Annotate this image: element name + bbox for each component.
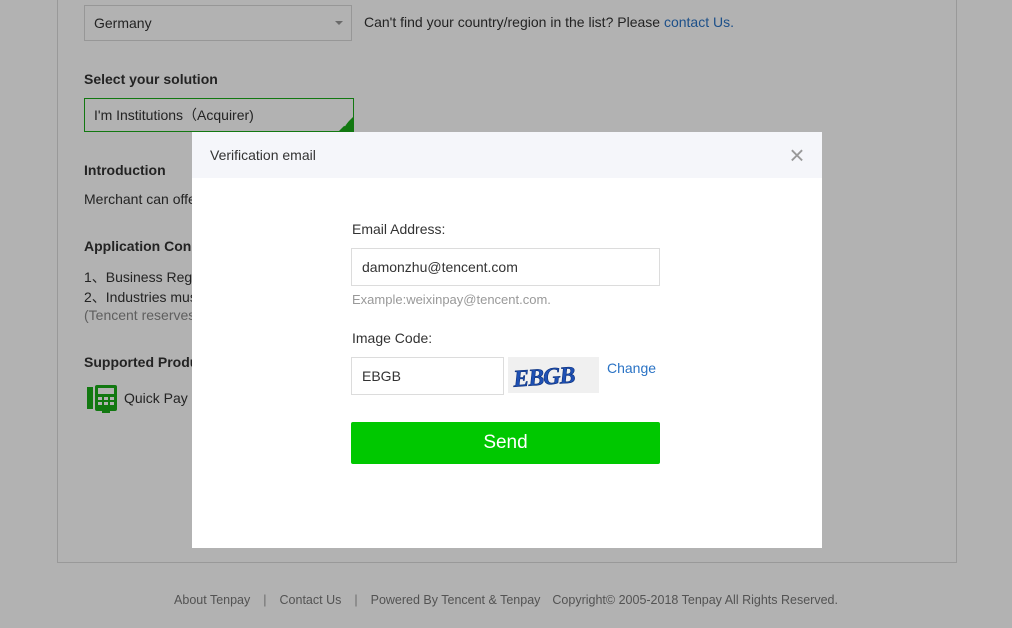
image-code-label: Image Code:: [352, 330, 433, 346]
change-captcha-link[interactable]: Change: [607, 360, 656, 376]
send-button[interactable]: Send: [351, 422, 660, 464]
image-code-field[interactable]: [351, 357, 504, 395]
close-icon[interactable]: ×: [786, 142, 808, 168]
captcha-text: EBGB: [511, 362, 576, 392]
captcha-graphic: EBGB: [511, 362, 577, 393]
dialog-title: Verification email: [210, 147, 316, 163]
verification-email-dialog: Verification email × Email Address: Exam…: [192, 132, 822, 548]
email-example-hint: Example:weixinpay@tencent.com.: [352, 292, 551, 307]
email-field[interactable]: [351, 248, 660, 286]
email-label: Email Address:: [352, 221, 446, 237]
dialog-header: Verification email ×: [192, 132, 822, 178]
captcha-image: EBGB: [508, 357, 599, 393]
